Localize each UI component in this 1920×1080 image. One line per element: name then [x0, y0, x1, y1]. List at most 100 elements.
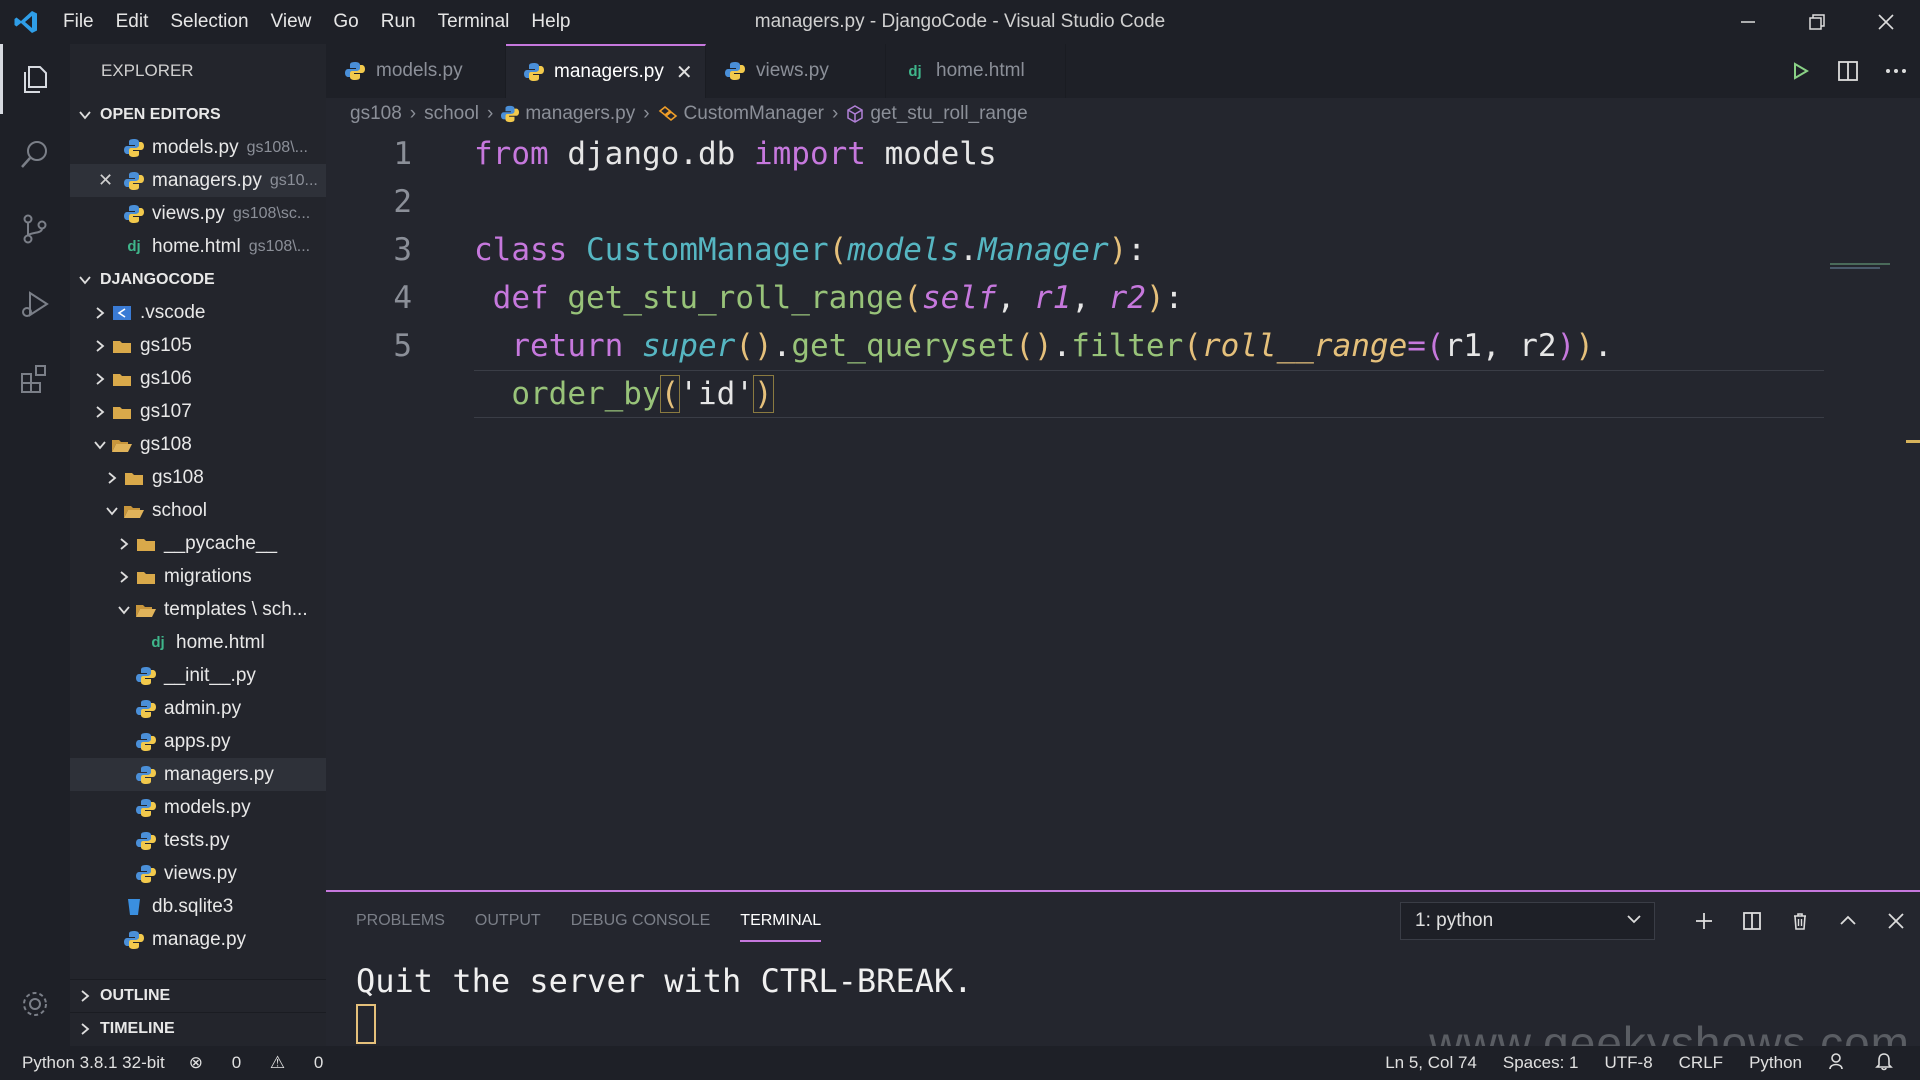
indentation[interactable]: Spaces: 1 — [1503, 1053, 1579, 1073]
split-terminal-button[interactable] — [1728, 902, 1776, 940]
tab-debug-console[interactable]: DEBUG CONSOLE — [571, 904, 711, 942]
close-panel-button[interactable] — [1872, 902, 1920, 940]
close-tab-icon[interactable]: ✕ — [676, 60, 693, 85]
menu-edit[interactable]: Edit — [105, 11, 160, 33]
python-interpreter[interactable]: Python 3.8.1 32-bit — [22, 1053, 165, 1073]
tree-item[interactable]: tests.py — [70, 824, 326, 857]
feedback-icon[interactable] — [1828, 1051, 1848, 1076]
terminal-output[interactable]: Quit the server with CTRL-BREAK. — [356, 962, 973, 1000]
minimize-button[interactable] — [1713, 0, 1782, 44]
close-window-button[interactable] — [1851, 0, 1920, 44]
bracket-token: ) — [1108, 232, 1128, 268]
bell-icon[interactable] — [1874, 1051, 1894, 1076]
run-file-button[interactable] — [1776, 61, 1824, 81]
line-number-gutter: 1 2 3 4 5 — [326, 130, 446, 370]
line-number: 4 — [393, 280, 412, 316]
tree-item[interactable]: gs105 — [70, 329, 326, 362]
timeline-header[interactable]: TIMELINE — [70, 1012, 326, 1045]
tree-item[interactable]: templates \ sch... — [70, 593, 326, 626]
tab-terminal[interactable]: TERMINAL — [740, 904, 822, 942]
code-editor[interactable]: 1 2 3 4 5 from django.db import models c… — [326, 130, 1920, 890]
encoding[interactable]: UTF-8 — [1604, 1053, 1652, 1073]
tree-item[interactable]: __init__.py — [70, 659, 326, 692]
source-control-icon[interactable] — [0, 194, 70, 264]
new-terminal-button[interactable] — [1680, 902, 1728, 940]
search-icon[interactable] — [0, 119, 70, 189]
chevron-right-icon — [90, 306, 110, 320]
tab-views[interactable]: views.py — [706, 44, 886, 98]
breadcrumb-item[interactable]: school — [424, 103, 479, 125]
tree-item[interactable]: apps.py — [70, 725, 326, 758]
python-icon — [134, 764, 158, 786]
punct-token: , — [996, 280, 1034, 316]
tab-home-html[interactable]: dj home.html — [886, 44, 1066, 98]
terminal-select[interactable]: 1: python — [1400, 902, 1655, 940]
tree-item-label: .vscode — [140, 301, 206, 323]
close-icon[interactable]: ✕ — [98, 170, 113, 191]
tree-item[interactable]: school — [70, 494, 326, 527]
title-bar: File Edit Selection View Go Run Terminal… — [0, 0, 1920, 44]
explorer-icon[interactable] — [0, 44, 70, 114]
tab-managers[interactable]: managers.py ✕ — [506, 44, 706, 98]
tab-label: views.py — [756, 60, 829, 81]
function-name-token: get_stu_roll_range — [567, 280, 904, 316]
tree-item[interactable]: .vscode — [70, 296, 326, 329]
breadcrumb-item[interactable]: get_stu_roll_range — [870, 103, 1027, 125]
trash-icon[interactable] — [1776, 902, 1824, 940]
menu-file[interactable]: File — [52, 11, 105, 33]
method-symbol-icon — [846, 105, 864, 123]
tree-item[interactable]: manage.py — [70, 923, 326, 956]
open-editor-item[interactable]: models.py gs108\... — [70, 131, 326, 164]
tree-item[interactable]: views.py — [70, 857, 326, 890]
line-endings[interactable]: CRLF — [1679, 1053, 1723, 1073]
open-editor-item[interactable]: dj home.html gs108\... — [70, 230, 326, 263]
settings-gear-icon[interactable] — [0, 969, 70, 1039]
tree-item[interactable]: gs107 — [70, 395, 326, 428]
chevron-down-icon — [70, 108, 100, 122]
more-actions-icon[interactable] — [1872, 68, 1920, 74]
tree-item[interactable]: managers.py — [70, 758, 326, 791]
menu-go[interactable]: Go — [322, 11, 369, 33]
python-icon — [134, 698, 158, 720]
run-debug-icon[interactable] — [0, 269, 70, 339]
language-mode[interactable]: Python — [1749, 1053, 1802, 1073]
keyword-token: return — [511, 328, 624, 364]
workspace-header[interactable]: DJANGOCODE — [70, 263, 326, 296]
tree-item[interactable]: db.sqlite3 — [70, 890, 326, 923]
extensions-icon[interactable] — [0, 344, 70, 414]
tree-item[interactable]: migrations — [70, 560, 326, 593]
menu-help[interactable]: Help — [520, 11, 581, 33]
tree-item[interactable]: __pycache__ — [70, 527, 326, 560]
minimap[interactable] — [1830, 262, 1890, 272]
tab-problems[interactable]: PROBLEMS — [356, 904, 445, 942]
tree-item[interactable]: dj home.html — [70, 626, 326, 659]
tree-item[interactable]: models.py — [70, 791, 326, 824]
tree-item[interactable]: admin.py — [70, 692, 326, 725]
tree-item[interactable]: gs106 — [70, 362, 326, 395]
tree-item[interactable]: gs108 — [70, 461, 326, 494]
tab-models[interactable]: models.py — [326, 44, 506, 98]
tree-item-label: home.html — [176, 631, 265, 653]
menu-view[interactable]: View — [260, 11, 323, 33]
open-editors-header[interactable]: OPEN EDITORS — [70, 98, 326, 131]
open-editor-item-active[interactable]: ✕ managers.py gs10... — [70, 164, 326, 197]
bracket-token: ) — [1556, 328, 1576, 364]
tree-item[interactable]: gs108 — [70, 428, 326, 461]
split-editor-button[interactable] — [1824, 60, 1872, 82]
menu-terminal[interactable]: Terminal — [427, 11, 521, 33]
menu-run[interactable]: Run — [370, 11, 427, 33]
restore-button[interactable] — [1782, 0, 1851, 44]
menu-selection[interactable]: Selection — [159, 11, 259, 33]
tab-output[interactable]: OUTPUT — [475, 904, 541, 942]
breadcrumb-item[interactable]: CustomManager — [684, 103, 824, 125]
problems-status[interactable]: ⊗ 0 ⚠ 0 — [189, 1053, 348, 1073]
breadcrumb-item[interactable]: managers.py — [525, 103, 635, 125]
maximize-panel-button[interactable] — [1824, 902, 1872, 940]
breadcrumb-item[interactable]: gs108 — [350, 103, 402, 125]
outline-header[interactable]: OUTLINE — [70, 979, 326, 1012]
code-line: return super().get_queryset().filter(rol… — [474, 322, 1612, 370]
cursor-position[interactable]: Ln 5, Col 74 — [1385, 1053, 1477, 1073]
open-editor-item[interactable]: views.py gs108\sc... — [70, 197, 326, 230]
python-icon — [134, 863, 158, 885]
